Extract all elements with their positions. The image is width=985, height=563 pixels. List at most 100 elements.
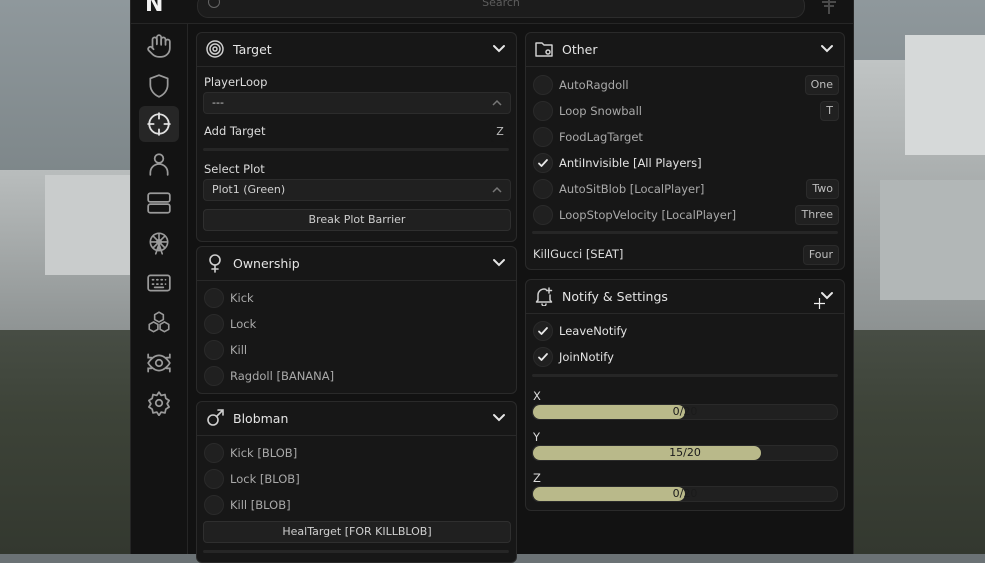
lock-blob-label: Lock [BLOB] — [230, 472, 300, 486]
target-icon — [206, 40, 224, 58]
target-header[interactable]: Target — [197, 33, 516, 67]
ragdoll-checkbox[interactable] — [204, 366, 224, 386]
checkmark-icon — [538, 159, 548, 167]
sidebar-item-target[interactable] — [139, 106, 179, 142]
sidebar-item-eye[interactable] — [139, 345, 179, 381]
sidebar-item-player[interactable] — [139, 146, 179, 182]
killgucci-label: KillGucci [SEAT] — [533, 247, 624, 261]
kick-blob-label: Kick [BLOB] — [230, 446, 298, 460]
loop-snowball-keybind[interactable]: T — [820, 101, 839, 121]
sidebar-item-keyboard[interactable] — [139, 265, 179, 301]
autoragdoll-checkbox[interactable] — [533, 75, 553, 95]
loopstopvelocity-label: LoopStopVelocity [LocalPlayer] — [559, 208, 737, 222]
add-target-label: Add Target — [204, 124, 266, 138]
divider — [203, 148, 509, 151]
joinnotify-checkbox[interactable] — [533, 347, 553, 367]
slider-z[interactable]: 0/20 — [532, 486, 838, 502]
antiinvisible-checkbox[interactable] — [533, 153, 553, 173]
slider-x-label: X — [533, 389, 541, 403]
playerloop-label: PlayerLoop — [204, 75, 268, 89]
select-plot-label: Select Plot — [204, 162, 265, 176]
notify-header[interactable]: Notify & Settings — [526, 280, 844, 314]
select-plot-dropdown[interactable]: Plot1 (Green) — [203, 179, 511, 201]
settings-icon[interactable] — [819, 0, 839, 14]
divider — [532, 374, 838, 377]
script-hub-window: N Search Target PlayerLoop --- Add Targe… — [130, 0, 854, 563]
other-header[interactable]: Other — [526, 33, 844, 67]
autoragdoll-keybind[interactable]: One — [804, 75, 839, 95]
select-plot-value: Plot1 (Green) — [212, 183, 286, 196]
autositblob-keybind[interactable]: Two — [806, 179, 839, 199]
other-title: Other — [562, 42, 598, 57]
loop-snowball-checkbox[interactable] — [533, 101, 553, 121]
slider-x[interactable]: 0/20 — [532, 404, 838, 420]
antiinvisible-label: AntiInvisible [All Players] — [559, 156, 702, 170]
blobman-panel: Blobman Kick [BLOB] Lock [BLOB] Kill [BL… — [196, 401, 517, 563]
target-title: Target — [233, 42, 272, 57]
chevron-down-icon[interactable] — [820, 42, 834, 56]
foodlagtarget-label: FoodLagTarget — [559, 130, 643, 144]
search-bar[interactable]: Search — [197, 0, 805, 18]
killgucci-keybind[interactable]: Four — [802, 245, 839, 265]
kill-label: Kill — [230, 343, 248, 357]
chevron-down-icon[interactable] — [492, 256, 506, 270]
sidebar-item-settings[interactable] — [139, 385, 179, 421]
slider-x-value: 0/20 — [672, 405, 698, 418]
checkmark-icon — [538, 327, 548, 335]
kill-checkbox[interactable] — [204, 340, 224, 360]
add-target-keybind[interactable]: Z — [490, 122, 510, 142]
heal-target-button[interactable]: HealTarget [FOR KILLBLOB] — [203, 521, 511, 543]
chevron-up-icon — [492, 99, 502, 106]
break-plot-barrier-button[interactable]: Break Plot Barrier — [203, 209, 511, 231]
keyboard-icon — [147, 274, 171, 292]
notify-title: Notify & Settings — [562, 289, 668, 304]
shield-icon — [149, 74, 169, 98]
foodlagtarget-checkbox[interactable] — [533, 127, 553, 147]
leavenotify-label: LeaveNotify — [559, 324, 628, 338]
person-icon — [149, 153, 169, 176]
leavenotify-checkbox[interactable] — [533, 321, 553, 341]
kick-checkbox[interactable] — [204, 288, 224, 308]
target-panel: Target PlayerLoop --- Add Target Z Selec… — [196, 32, 517, 242]
kick-blob-checkbox[interactable] — [204, 443, 224, 463]
slider-y-value: 15/20 — [669, 446, 701, 459]
chevron-up-icon — [492, 186, 502, 193]
ferris-wheel-icon — [149, 232, 169, 255]
ownership-panel: Ownership Kick Lock Kill Ragdoll [BANANA… — [196, 246, 517, 394]
sidebar-item-server[interactable] — [139, 185, 179, 221]
sidebar-item-shield[interactable] — [139, 68, 179, 104]
sidebar-item-ferris-wheel[interactable] — [139, 225, 179, 261]
kill-blob-checkbox[interactable] — [204, 495, 224, 515]
ragdoll-label: Ragdoll [BANANA] — [230, 369, 335, 383]
slider-z-value: 0/20 — [672, 487, 698, 500]
loopstopvelocity-keybind[interactable]: Three — [795, 205, 839, 225]
eye-icon — [147, 353, 171, 373]
lock-blob-checkbox[interactable] — [204, 469, 224, 489]
blobman-header[interactable]: Blobman — [197, 402, 516, 436]
boxes-icon — [148, 311, 170, 333]
slider-y-label: Y — [533, 430, 541, 444]
loopstopvelocity-checkbox[interactable] — [533, 205, 553, 225]
ownership-header[interactable]: Ownership — [197, 247, 516, 281]
crosshair-icon — [147, 112, 171, 136]
chevron-down-icon[interactable] — [492, 411, 506, 425]
search-placeholder: Search — [482, 0, 520, 9]
kill-blob-label: Kill [BLOB] — [230, 498, 291, 512]
lock-checkbox[interactable] — [204, 314, 224, 334]
mars-icon — [207, 409, 224, 426]
gear-icon — [148, 391, 170, 416]
playerloop-value: --- — [212, 96, 224, 109]
sidebar-item-hand[interactable] — [139, 28, 179, 64]
other-panel: Other AutoRagdoll One Loop Snowball T Fo… — [525, 32, 845, 270]
slider-y[interactable]: 15/20 — [532, 445, 838, 461]
right-block-top — [905, 35, 985, 155]
sidebar — [131, 24, 188, 554]
autositblob-checkbox[interactable] — [533, 179, 553, 199]
sidebar-item-boxes[interactable] — [139, 305, 179, 341]
divider — [203, 550, 509, 553]
loop-snowball-label: Loop Snowball — [559, 104, 642, 118]
chevron-down-icon[interactable] — [492, 42, 506, 56]
playerloop-dropdown[interactable]: --- — [203, 92, 511, 114]
hand-icon — [147, 34, 171, 58]
bell-plus-icon — [535, 287, 553, 306]
